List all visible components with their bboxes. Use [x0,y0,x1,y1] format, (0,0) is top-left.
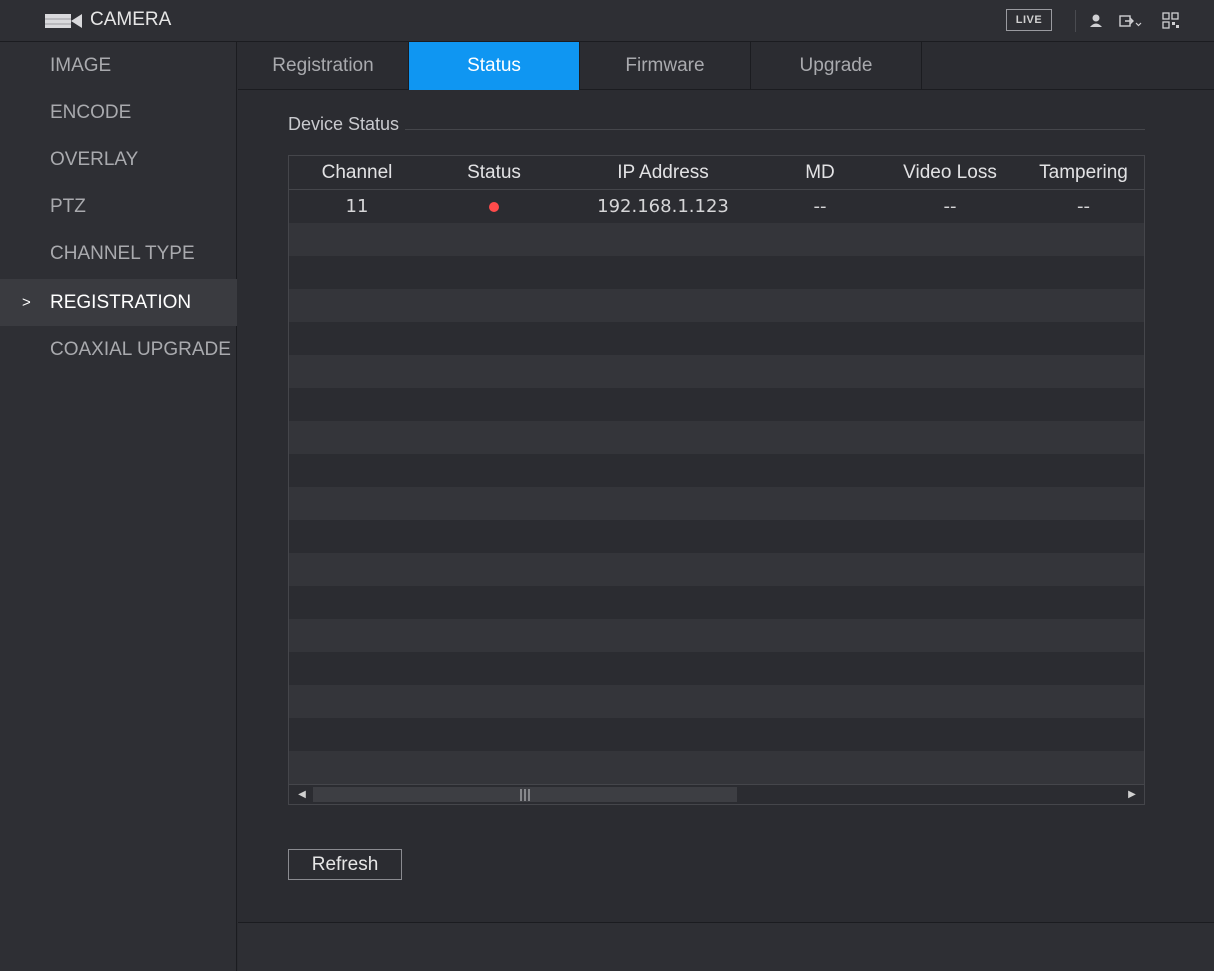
grip-icon [520,789,530,801]
table-row-empty [289,520,1144,553]
app-title: CAMERA [90,9,172,30]
cell-status [425,190,563,223]
table-row-empty [289,586,1144,619]
column-header-ip-address[interactable]: IP Address [563,156,763,190]
sidebar-item-label: ENCODE [50,102,132,123]
tab-registration[interactable]: Registration [238,42,409,90]
table-row-empty [289,421,1144,454]
sidebar-item-encode[interactable]: ENCODE [0,89,237,136]
table-row-empty [289,718,1144,751]
column-header-status[interactable]: Status [425,156,563,190]
device-status-table: Channel Status IP Address MD Video Loss … [288,155,1145,805]
table-row[interactable]: 11 192.168.1.123 -- -- -- [289,190,1144,223]
column-header-tampering[interactable]: Tampering [1023,156,1144,190]
top-bar: CAMERA LIVE [0,0,1214,42]
tab-firmware[interactable]: Firmware [580,42,751,90]
sidebar-item-label: REGISTRATION [50,292,192,313]
sidebar-item-label: COAXIAL UPGRADE [50,339,231,360]
table-row-empty [289,619,1144,652]
user-icon[interactable] [1088,10,1104,32]
table-row-empty [289,454,1144,487]
sidebar-item-registration[interactable]: > REGISTRATION [0,279,237,326]
divider [405,129,1145,130]
cell-tampering: -- [1077,196,1090,217]
column-header-md[interactable]: MD [763,156,877,190]
live-button[interactable]: LIVE [1006,9,1052,31]
cell-md: -- [813,196,827,217]
sidebar-item-ptz[interactable]: PTZ [0,183,237,230]
qr-code-icon[interactable] [1162,10,1180,32]
table-row-empty [289,652,1144,685]
refresh-button[interactable]: Refresh [288,849,402,880]
tab-upgrade[interactable]: Upgrade [751,42,922,90]
table-row-empty [289,487,1144,520]
sidebar-item-image[interactable]: IMAGE [0,42,237,89]
table-row-empty [289,751,1144,784]
scrollbar-thumb[interactable] [313,787,737,802]
table-row-empty [289,553,1144,586]
sidebar-item-coaxial-upgrade[interactable]: COAXIAL UPGRADE [0,326,237,373]
column-header-video-loss[interactable]: Video Loss [877,156,1023,190]
chevron-right-icon: > [22,294,31,311]
cell-ip-address: 192.168.1.123 [597,196,729,217]
status-offline-icon [489,202,499,212]
table-row-empty [289,355,1144,388]
table-header: Channel Status IP Address MD Video Loss … [289,156,1144,190]
table-row-empty [289,685,1144,718]
section-title: Device Status [288,114,400,134]
logout-icon[interactable] [1118,10,1142,32]
divider [1075,10,1076,32]
sidebar: IMAGE ENCODE OVERLAY PTZ CHANNEL TYPE > … [0,42,237,971]
table-row-empty [289,289,1144,322]
table-row-empty [289,256,1144,289]
tab-status[interactable]: Status [409,42,580,90]
sidebar-item-overlay[interactable]: OVERLAY [0,136,237,183]
footer-bar [238,923,1214,971]
sidebar-item-label: OVERLAY [50,149,139,170]
scroll-right-icon[interactable]: ▶ [1125,788,1139,802]
table-row-empty [289,388,1144,421]
table-row-empty [289,223,1144,256]
tab-bar: Registration Status Firmware Upgrade [238,42,1214,90]
scroll-left-icon[interactable]: ◀ [295,788,309,802]
sidebar-item-channel-type[interactable]: CHANNEL TYPE [0,230,237,277]
table-row-empty [289,322,1144,355]
cell-video-loss: -- [943,196,957,217]
column-header-channel[interactable]: Channel [289,156,425,190]
camera-icon [45,14,82,28]
sidebar-item-label: PTZ [50,196,86,217]
sidebar-item-label: IMAGE [50,55,112,76]
sidebar-item-label: CHANNEL TYPE [50,243,195,264]
cell-channel: 11 [345,196,369,217]
horizontal-scrollbar[interactable]: ◀ ▶ [289,784,1144,804]
